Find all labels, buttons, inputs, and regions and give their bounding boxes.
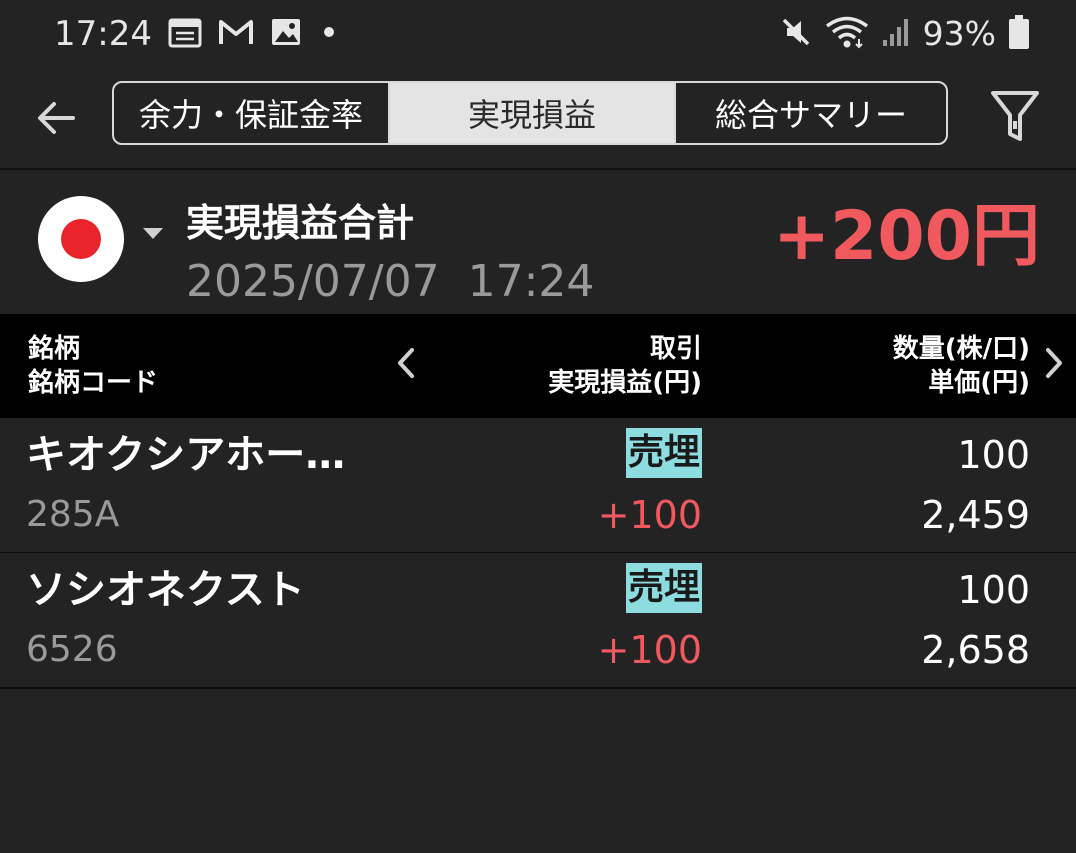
status-icons-right: 93%: [779, 14, 1030, 54]
scroll-right-button[interactable]: [1038, 346, 1070, 387]
stock-name: ソシオネクスト: [26, 567, 305, 613]
app-bar: 余力・保証金率 実現損益 総合サマリー: [0, 70, 1076, 170]
table-row[interactable]: キオクシアホー… 285A 売埋 +100 100 2,459: [0, 418, 1076, 554]
summary-total: +200円: [773, 197, 1040, 276]
calendar-icon: [168, 16, 202, 52]
battery-percent: 93%: [922, 14, 996, 53]
chevron-right-icon: [1043, 346, 1065, 387]
status-icons-left: [168, 16, 340, 52]
gmail-icon: [218, 17, 254, 51]
trade-type-badge: 売埋: [625, 428, 702, 478]
mute-icon: [779, 15, 813, 53]
caret-down-icon[interactable]: [143, 228, 163, 239]
tab-group: 余力・保証金率 実現損益 総合サマリー: [112, 81, 948, 145]
gallery-icon: [270, 17, 302, 51]
status-time: 17:24: [54, 14, 152, 54]
header-trade-type: 取引: [649, 334, 702, 364]
table-row[interactable]: ソシオネクスト 6526 売埋 +100 100 2,658: [0, 553, 1076, 689]
japan-flag-icon[interactable]: [38, 196, 124, 282]
notification-dot-icon: [318, 17, 340, 51]
trade-type-badge: 売埋: [625, 563, 702, 613]
tab-overall-summary[interactable]: 総合サマリー: [674, 83, 946, 143]
quantity: 100: [957, 568, 1030, 612]
tab-realized-pl[interactable]: 実現損益: [390, 83, 674, 143]
header-stock-code: 銘柄コード: [28, 368, 159, 398]
unit-price: 2,658: [921, 628, 1030, 672]
status-bar: 17:24 93%: [0, 0, 1076, 70]
flag-circle: [61, 219, 101, 259]
wifi-icon: [825, 15, 869, 53]
table-header: 銘柄 銘柄コード 取引 実現損益(円) 数量(株/口) 単価(円): [0, 314, 1076, 418]
header-trade: 取引 実現損益(円): [548, 332, 702, 400]
summary-title: 実現損益合計: [186, 201, 415, 245]
header-quantity: 数量(株/口) 単価(円): [893, 332, 1030, 400]
stock-code: 285A: [26, 494, 120, 535]
realized-pl: +100: [597, 493, 702, 537]
header-realized-pl: 実現損益(円): [548, 368, 702, 398]
header-stock-name: 銘柄: [28, 334, 81, 364]
scroll-left-button[interactable]: [390, 346, 422, 387]
header-quantity-unit: 数量(株/口): [892, 334, 1030, 364]
realized-pl-summary: 実現損益合計 2025/07/07 17:24 +200円: [0, 170, 1076, 314]
realized-pl: +100: [597, 628, 702, 672]
stock-name: キオクシアホー…: [26, 432, 346, 478]
arrow-left-icon: [36, 100, 76, 140]
header-stock: 銘柄 銘柄コード: [28, 332, 158, 400]
header-unit-price: 単価(円): [928, 368, 1030, 398]
filter-button[interactable]: [988, 90, 1042, 146]
signal-icon: [881, 16, 911, 52]
quantity: 100: [957, 433, 1030, 477]
stock-code: 6526: [26, 629, 118, 670]
empty-list-area: [0, 689, 1076, 853]
back-button[interactable]: [30, 94, 82, 146]
unit-price: 2,459: [921, 493, 1030, 537]
filter-icon: [990, 89, 1040, 147]
summary-datetime: 2025/07/07 17:24: [186, 256, 595, 307]
battery-icon: [1008, 14, 1030, 54]
tab-margin-rate[interactable]: 余力・保証金率: [114, 83, 390, 143]
chevron-left-icon: [395, 346, 417, 387]
